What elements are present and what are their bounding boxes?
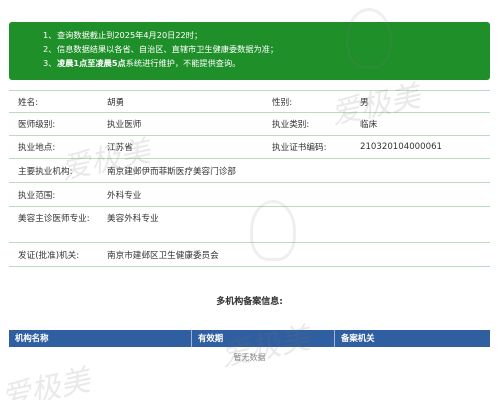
notice-number: 3、 — [43, 58, 57, 68]
column-header-filing-authority[interactable]: 备案机关 — [335, 330, 490, 347]
empty-table-text: 暂无数据 — [233, 353, 266, 362]
info-row-scope: 执业范围: 外科专业 — [9, 183, 490, 207]
doctor-info-table: 姓名: 胡勇 性别: 男 医师级别: 执业医师 执业类别: 临床 执业地点: 江… — [9, 90, 490, 267]
notice-bold-text: 凌晨1点至凌晨5点 — [57, 58, 126, 68]
location-value: 江苏省 — [107, 143, 133, 153]
notice-line-3: 3、凌晨1点至凌晨5点系统进行维护，不能提供查询。 — [43, 56, 490, 70]
cert-value: 210320104000061 — [360, 142, 443, 152]
notice-text: 查询数据截止到2025年4月20日22时； — [57, 30, 203, 40]
notice-number: 2、 — [43, 44, 57, 54]
cosmetic-value: 美容外科专业 — [107, 214, 159, 224]
category-label: 执业类别: — [272, 120, 310, 130]
multi-org-title: 多机构备案信息: — [216, 297, 283, 307]
column-header-validity[interactable]: 有效期 — [192, 330, 335, 347]
notice-number: 1、 — [43, 30, 57, 40]
scope-value: 外科专业 — [107, 190, 142, 201]
info-row-org: 主要执业机构: 南京建邺伊而菲斯医疗美容门诊部 — [9, 159, 490, 183]
notice-banner: 1、查询数据截止到2025年4月20日22时； 2、信息数据结果以各省、自治区、… — [9, 22, 490, 80]
notice-text: 系统进行维护，不能提供查询。 — [125, 58, 241, 68]
info-row-name: 姓名: 胡勇 性别: 男 — [9, 90, 490, 113]
info-row-cosmetic: 美容主诊医师专业: 美容外科专业 — [9, 207, 490, 243]
level-value: 执业医师 — [107, 120, 142, 130]
org-value: 南京建邺伊而菲斯医疗美容门诊部 — [107, 166, 236, 177]
issuer-label: 发证(批准)机关: — [18, 250, 80, 261]
notice-line-1: 1、查询数据截止到2025年4月20日22时； — [43, 28, 490, 42]
gender-label: 性别: — [272, 97, 293, 108]
multi-org-table-header: 机构名称 有效期 备案机关 — [9, 330, 490, 347]
info-row-issuer: 发证(批准)机关: 南京市建邺区卫生健康委员会 — [9, 243, 490, 267]
info-row-location: 执业地点: 江苏省 执业证书编码: 210320104000061 — [9, 136, 490, 159]
cert-label: 执业证书编码: — [272, 143, 327, 153]
level-label: 医师级别: — [18, 120, 56, 130]
location-label: 执业地点: — [18, 143, 56, 153]
gender-value: 男 — [360, 97, 369, 108]
name-label: 姓名: — [18, 97, 39, 108]
name-value: 胡勇 — [107, 97, 125, 108]
org-label: 主要执业机构: — [18, 166, 73, 177]
notice-text: 信息数据结果以各省、自治区、直辖市卫生健康委数据为准； — [57, 44, 279, 54]
notice-line-2: 2、信息数据结果以各省、自治区、直辖市卫生健康委数据为准； — [43, 42, 490, 56]
category-value: 临床 — [360, 120, 378, 130]
issuer-value: 南京市建邺区卫生健康委员会 — [107, 250, 219, 261]
page: 1、查询数据截止到2025年4月20日22时； 2、信息数据结果以各省、自治区、… — [0, 0, 500, 400]
cosmetic-label: 美容主诊医师专业: — [18, 214, 90, 224]
column-header-org-name[interactable]: 机构名称 — [9, 330, 192, 347]
info-row-level: 医师级别: 执业医师 执业类别: 临床 — [9, 113, 490, 136]
scope-label: 执业范围: — [18, 190, 56, 201]
